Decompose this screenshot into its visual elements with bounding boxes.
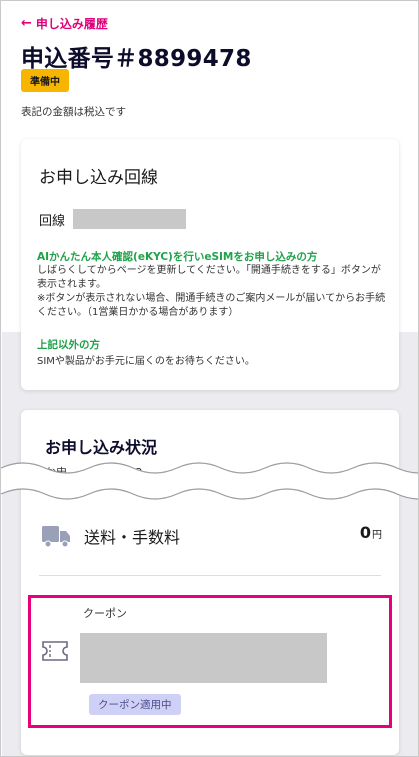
fee-row: 送料・手数料 0円 — [41, 521, 386, 553]
status-card-title: お申し込み状況 — [45, 438, 158, 457]
back-arrow-icon: ← — [21, 16, 32, 31]
torn-cut-divider — [1, 462, 418, 500]
ekyc-text-2: ※ボタンが表示されない場合、開通手続きのご案内メールが届いてからお手続ください。… — [37, 293, 386, 318]
other-heading: 上記以外の方 — [37, 339, 100, 351]
other-text: SIMや製品がお手元に届くのをお待ちください。 — [37, 356, 255, 367]
redacted-line-number — [73, 209, 187, 229]
ekyc-heading: AIかんたん本人確認(eKYC)を行いeSIMをお申し込みの方 — [37, 251, 318, 263]
fee-label: 送料・手数料 — [84, 528, 181, 547]
ticket-icon — [42, 641, 68, 661]
redacted-coupon-name — [80, 633, 327, 683]
fee-amount-unit: 円 — [372, 530, 382, 541]
line-row: 回線 — [39, 209, 187, 229]
fee-amount: 0円 — [360, 523, 382, 542]
page-title: 申込番号＃8899478 — [21, 46, 252, 72]
ekyc-text: しばらくしてからページを更新してください。「開通手続きをする」ボタンが表示されま… — [37, 264, 387, 320]
back-to-history-link[interactable]: ← 申し込み履歴 — [21, 15, 108, 32]
line-label: 回線 — [39, 213, 66, 229]
page-frame: ← 申し込み履歴 申込番号＃8899478 準備中 表記の金額は税込です お申し… — [0, 0, 419, 757]
coupon-section: クーポン クーポン適用中 — [28, 595, 392, 728]
coupon-label: クーポン — [83, 607, 127, 620]
line-card: お申し込み回線 回線 AIかんたん本人確認(eKYC)を行いeSIMをお申し込み… — [21, 139, 399, 390]
tax-note: 表記の金額は税込です — [21, 106, 126, 118]
line-card-title: お申し込み回線 — [39, 168, 158, 188]
coupon-applied-badge: クーポン適用中 — [89, 694, 181, 715]
fee-amount-value: 0 — [359, 523, 371, 542]
status-badge: 準備中 — [21, 69, 69, 92]
ekyc-text-1: しばらくしてからページを更新してください。「開通手続きをする」ボタンが表示されま… — [37, 265, 381, 290]
truck-icon — [42, 526, 70, 548]
divider — [39, 575, 381, 576]
back-link-label: 申し込み履歴 — [35, 17, 108, 31]
